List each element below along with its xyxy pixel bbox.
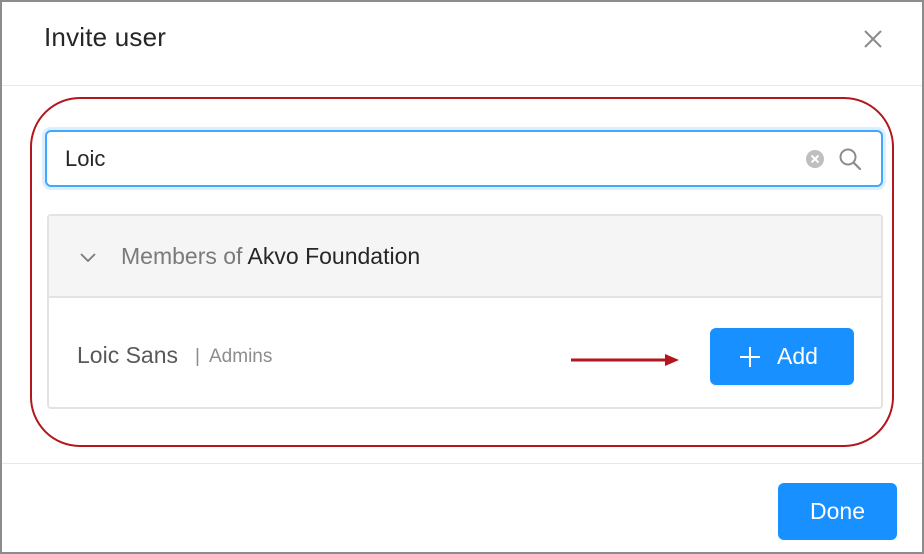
add-button-label: Add	[777, 343, 818, 369]
modal-footer: Done	[2, 463, 922, 552]
group-prefix: Members of	[121, 243, 248, 269]
modal-header: Invite user	[2, 2, 922, 86]
search-field[interactable]	[45, 130, 883, 187]
close-icon[interactable]	[858, 24, 888, 54]
user-role: Admins	[209, 346, 273, 367]
search-input[interactable]	[65, 142, 785, 176]
group-label: Members of Akvo Foundation	[121, 243, 420, 270]
search-icon[interactable]	[837, 146, 863, 172]
list-item: Loic Sans | Admins Add	[49, 300, 881, 407]
user-separator: |	[195, 346, 200, 367]
user-name: Loic Sans	[77, 342, 179, 368]
clear-icon[interactable]	[805, 149, 825, 169]
modal-title: Invite user	[44, 22, 167, 52]
plus-icon	[740, 347, 760, 367]
add-user-button[interactable]: Add	[710, 328, 854, 385]
annotation-arrow	[571, 354, 679, 366]
group-organization: Akvo Foundation	[247, 243, 421, 269]
chevron-down-icon	[79, 249, 97, 267]
done-button[interactable]: Done	[778, 483, 897, 540]
results-panel: Members of Akvo Foundation Loic Sans | A…	[47, 214, 883, 409]
group-header-members[interactable]: Members of Akvo Foundation	[49, 216, 881, 298]
invite-user-modal: Invite user Loic Members of Akvo Foundat…	[0, 0, 924, 554]
